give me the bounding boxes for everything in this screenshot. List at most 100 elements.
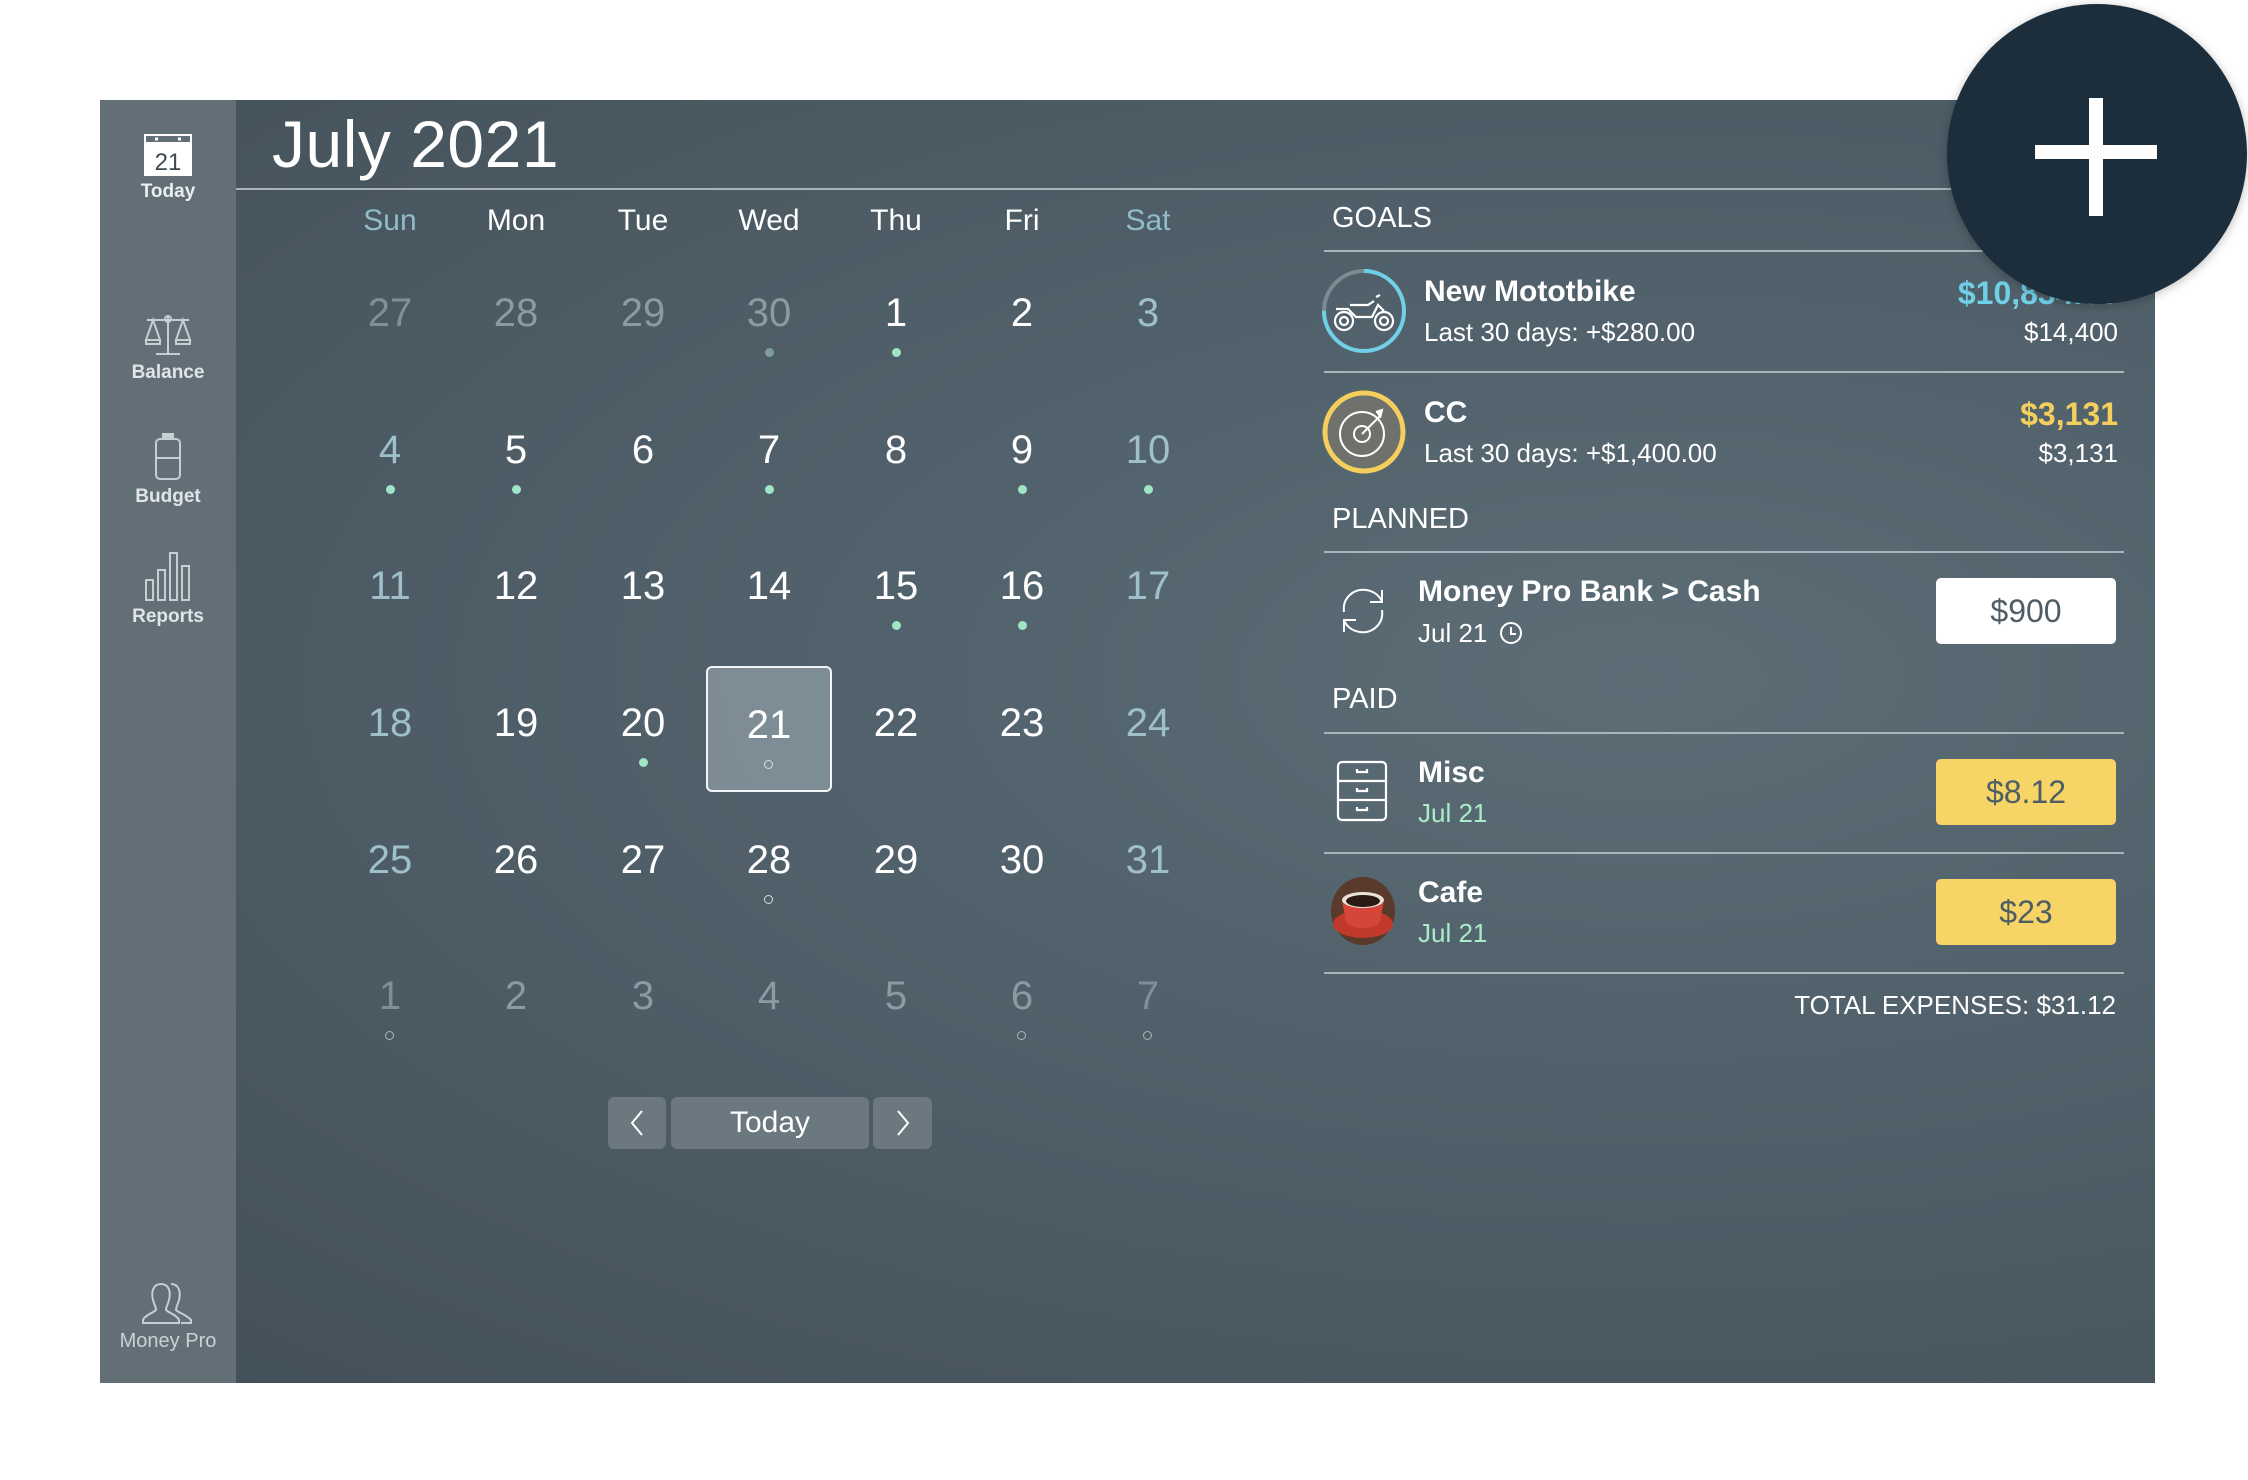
goal-target-amount: $14,400: [2024, 317, 2118, 347]
month-title: July 2021: [272, 107, 560, 181]
planned-indicator-dot: [1017, 1031, 1026, 1040]
day-number: 21: [746, 703, 792, 747]
calendar-day[interactable]: 14: [706, 529, 832, 655]
calendar-day[interactable]: 1: [833, 256, 959, 382]
day-number: 9: [1010, 428, 1034, 472]
calendar-day[interactable]: 3: [1085, 256, 1211, 382]
goal-subtitle: Last 30 days: +$1,400.00: [1424, 438, 1717, 468]
sidebar-item-budget[interactable]: Budget: [100, 432, 236, 508]
day-number: 5: [884, 974, 908, 1018]
calendar-day[interactable]: 24: [1085, 666, 1211, 792]
day-number: 22: [873, 701, 919, 745]
calendar-day[interactable]: 31: [1085, 803, 1211, 929]
transaction-indicator-dot: [638, 758, 648, 767]
calendar-day[interactable]: 8: [833, 393, 959, 519]
day-number: 23: [999, 701, 1045, 745]
calendar-day[interactable]: 7: [706, 393, 832, 519]
calendar-day[interactable]: 26: [453, 803, 579, 929]
planned-indicator-dot: [764, 895, 773, 904]
add-button[interactable]: [1947, 4, 2247, 304]
today-button[interactable]: Today: [671, 1097, 869, 1149]
calendar-day[interactable]: 7: [1085, 939, 1211, 1065]
day-number: 26: [493, 838, 539, 882]
calendar-day[interactable]: 19: [453, 666, 579, 792]
goal-progress-ring: [1322, 390, 1406, 474]
calendar-day[interactable]: 20: [580, 666, 706, 792]
day-number: 27: [620, 838, 666, 882]
sidebar-item-money-pro[interactable]: Money Pro: [100, 1280, 236, 1353]
day-number: 12: [493, 564, 539, 608]
paid-row-divider: [1324, 852, 2124, 854]
calendar-day[interactable]: 6: [959, 939, 1085, 1065]
day-number: 5: [504, 428, 528, 472]
calendar-day[interactable]: 1: [327, 939, 453, 1065]
day-number: 1: [884, 291, 908, 335]
day-number: 28: [493, 291, 539, 335]
calendar-day[interactable]: 9: [959, 393, 1085, 519]
calendar-day[interactable]: 30: [706, 256, 832, 382]
paid-amount-button[interactable]: $8.12: [1936, 759, 2116, 825]
day-number: 30: [746, 291, 792, 335]
planned-indicator-dot: [764, 760, 773, 769]
calendar-day[interactable]: 2: [453, 939, 579, 1065]
day-number: 17: [1125, 564, 1171, 608]
calendar-day[interactable]: 5: [833, 939, 959, 1065]
calendar-day[interactable]: 17: [1085, 529, 1211, 655]
calendar-day[interactable]: 22: [833, 666, 959, 792]
calendar-day[interactable]: 10: [1085, 393, 1211, 519]
calendar-day-selected[interactable]: 21: [706, 666, 832, 792]
goals-row-divider: [1324, 371, 2124, 373]
sidebar-item-balance[interactable]: Balance: [100, 310, 236, 384]
paid-name: Cafe: [1418, 876, 1484, 909]
calendar-day[interactable]: 2: [959, 256, 1085, 382]
sidebar-item-reports[interactable]: Reports: [100, 550, 236, 628]
calendar-day[interactable]: 30: [959, 803, 1085, 929]
calendar-day[interactable]: 23: [959, 666, 1085, 792]
calendar-day[interactable]: 27: [327, 256, 453, 382]
transaction-indicator-dot: [764, 485, 774, 494]
goal-name: New Mototbike: [1424, 275, 1636, 308]
goals-section-title: GOALS: [1332, 202, 1432, 234]
calendar-day[interactable]: 16: [959, 529, 1085, 655]
weekday-label: Tue: [617, 204, 669, 237]
goal-saved-amount: $3,131: [2020, 396, 2118, 432]
day-number: 18: [367, 701, 413, 745]
chevron-right-icon: [896, 1110, 909, 1136]
calendar-day[interactable]: 27: [580, 803, 706, 929]
goal-name: CC: [1424, 396, 1468, 429]
calendar-day[interactable]: 3: [580, 939, 706, 1065]
calendar-day[interactable]: 28: [453, 256, 579, 382]
day-number: 6: [631, 428, 655, 472]
calendar-day[interactable]: 18: [327, 666, 453, 792]
calendar-day[interactable]: 13: [580, 529, 706, 655]
calendar-day[interactable]: 6: [580, 393, 706, 519]
transaction-indicator-dot: [1017, 621, 1027, 630]
transaction-indicator-dot: [1017, 485, 1027, 494]
calendar-day[interactable]: 5: [453, 393, 579, 519]
transaction-indicator-dot: [764, 348, 774, 357]
weekday-label: Wed: [738, 204, 800, 237]
sidebar-item-label: Budget: [135, 486, 201, 507]
calendar-day[interactable]: 4: [327, 393, 453, 519]
calendar-day[interactable]: 15: [833, 529, 959, 655]
day-number: 7: [757, 428, 781, 472]
calendar-day[interactable]: 25: [327, 803, 453, 929]
goal-progress-ring: [1322, 269, 1406, 353]
weekday-label: Thu: [870, 204, 922, 237]
transaction-indicator-dot: [511, 485, 521, 494]
day-number: 10: [1125, 428, 1171, 472]
calendar-day[interactable]: 4: [706, 939, 832, 1065]
motorbike-icon: [1333, 294, 1395, 332]
calendar-day[interactable]: 12: [453, 529, 579, 655]
planned-amount-button[interactable]: $900: [1936, 578, 2116, 644]
total-expenses: TOTAL EXPENSES: $31.12: [1794, 990, 2116, 1020]
calendar-day[interactable]: 29: [833, 803, 959, 929]
calendar-day[interactable]: 29: [580, 256, 706, 382]
prev-month-button[interactable]: [608, 1097, 666, 1149]
paid-amount-button[interactable]: $23: [1936, 879, 2116, 945]
calendar-day[interactable]: 11: [327, 529, 453, 655]
next-month-button[interactable]: [873, 1097, 932, 1149]
calendar-day[interactable]: 28: [706, 803, 832, 929]
sidebar-item-today[interactable]: 21 Today: [100, 133, 236, 203]
day-number: 4: [378, 428, 402, 472]
